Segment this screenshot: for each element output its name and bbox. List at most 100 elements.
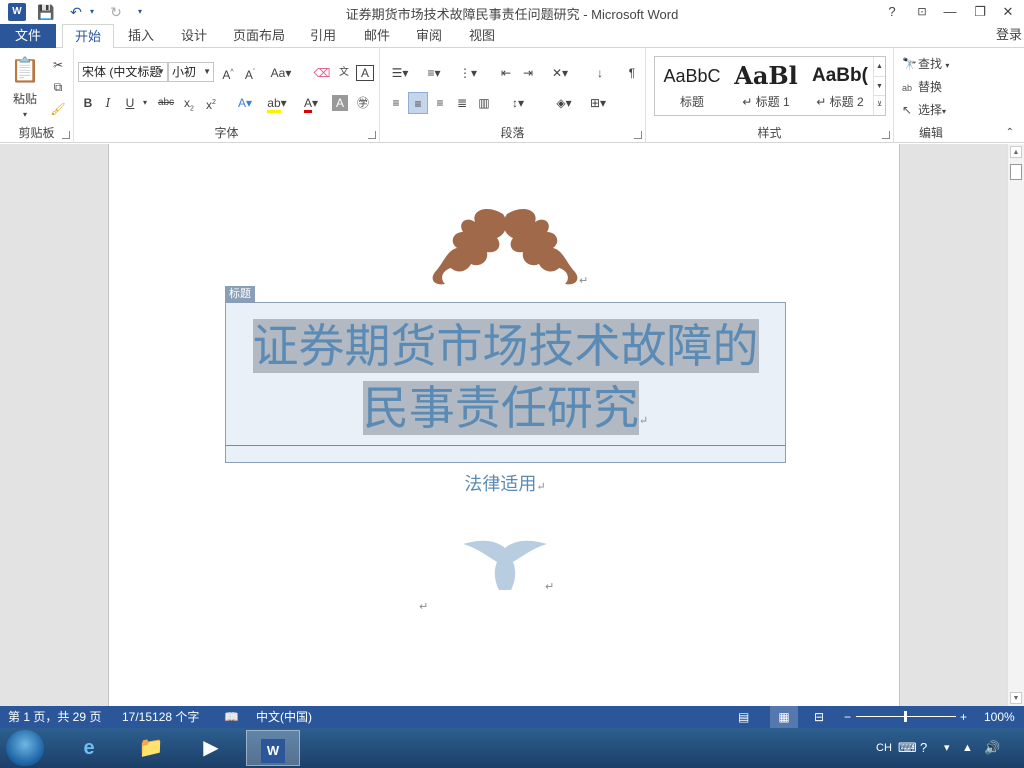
read-mode-icon[interactable]: ▤ [738,706,749,728]
decrease-indent-icon[interactable]: ⇤ [496,62,516,84]
tab-view[interactable]: 视图 [461,24,503,48]
show-formatting-marks-icon[interactable]: ¶ [622,62,642,84]
select-button[interactable]: ↖ 选择▾ [902,100,946,120]
scroll-thumb[interactable] [1010,164,1022,180]
keyboard-icon[interactable]: ⌨ [898,728,917,768]
grow-font-icon[interactable]: A^ [218,62,238,84]
language-indicator[interactable]: 中文(中国) [256,706,312,728]
title-content-control[interactable]: 证券期货市场技术故障的 民事责任研究↵ [225,302,786,463]
title-content-control-tag[interactable]: 标题 [225,286,255,302]
asian-layout-icon[interactable]: ✕▾ [546,62,574,84]
cut-icon[interactable]: ✂ [48,54,68,76]
help-icon[interactable]: ? [920,728,927,768]
paragraph-launcher-icon[interactable] [634,131,642,139]
media-player-icon[interactable]: ▶ [184,730,238,766]
font-color-icon[interactable]: A▾ [298,92,324,114]
ribbon-display-options-icon[interactable]: ⊡ [908,0,936,24]
more-styles-icon[interactable]: ⊻ [874,95,885,113]
style-title[interactable]: AaBbC 标题 [655,59,729,113]
scroll-up-icon[interactable]: ▲ [1010,146,1022,158]
restore-button[interactable]: ❐ [966,0,994,24]
styles-launcher-icon[interactable] [882,131,890,139]
clipboard-icon[interactable]: 📋 [8,54,42,88]
find-button[interactable]: 🔭查找 ▾ [902,54,949,74]
tab-mailings[interactable]: 邮件 [356,24,398,48]
replace-button[interactable]: ab 替换 [902,77,942,97]
document-subtitle[interactable]: 法律适用↵ [109,470,901,496]
help-button[interactable]: ? [878,0,906,24]
italic-icon[interactable]: I [100,92,116,114]
enclose-characters-icon[interactable]: ㊫ [354,92,372,114]
tab-home[interactable]: 开始 [62,24,114,49]
page-count[interactable]: 第 1 页，共 29 页 [8,706,101,728]
format-painter-icon[interactable]: 🖌 [48,98,68,120]
numbering-icon[interactable]: ≡▾ [420,62,448,84]
scroll-down-icon[interactable]: ▼ [1010,692,1022,704]
tab-references[interactable]: 引用 [302,24,344,48]
document-page[interactable]: ↵ 标题 证券期货市场技术故障的 民事责任研究↵ 法律适用↵ ↵ ↵ [108,144,900,706]
zoom-level[interactable]: 100% [984,706,1015,728]
superscript-icon[interactable]: x2 [202,92,220,114]
clear-formatting-icon[interactable]: ⌫ [312,62,332,84]
align-right-icon[interactable]: ≡ [430,92,450,114]
sign-in-link[interactable]: 登录 [996,24,1022,46]
ime-indicator[interactable]: CH [876,728,892,768]
subscript-icon[interactable]: x2 [180,92,198,114]
borders-icon[interactable]: ⊞▾ [584,92,612,114]
start-button[interactable] [6,730,44,766]
tab-file[interactable]: 文件 [0,24,56,48]
zoom-out-icon[interactable]: − [844,706,851,728]
proofing-icon[interactable]: 📖 [224,706,239,728]
zoom-slider-thumb[interactable] [904,711,907,722]
underline-dropdown-icon[interactable]: ▾ [140,92,150,114]
tab-page-layout[interactable]: 页面布局 [228,24,290,48]
collapse-ribbon-icon[interactable]: ⌃ [1006,127,1014,138]
tab-review[interactable]: 审阅 [408,24,450,48]
print-layout-icon[interactable]: ▦ [770,706,798,728]
paste-dropdown-icon[interactable]: ▾ [18,104,32,126]
font-size-select[interactable]: 小初 ▼ [168,62,214,82]
align-center-icon[interactable]: ≡ [408,92,428,114]
change-case-icon[interactable]: Aa▾ [268,62,294,84]
style-heading-2[interactable]: AaBb( ↵ 标题 2 [803,59,877,113]
document-title[interactable]: 证券期货市场技术故障的 民事责任研究↵ [226,315,785,452]
shading-icon[interactable]: ◈▾ [550,92,578,114]
font-launcher-icon[interactable] [368,131,376,139]
shrink-font-icon[interactable]: Aˇ [240,62,260,84]
zoom-in-icon[interactable]: + [960,706,967,728]
style-heading-1[interactable]: AaBl ↵ 标题 1 [729,59,803,113]
show-hidden-icons-icon[interactable]: ▲ [962,728,973,768]
phonetic-guide-icon[interactable]: 文 [334,62,354,84]
justify-icon[interactable]: ≣ [452,92,472,114]
vertical-scrollbar[interactable]: ▲ ▼ [1007,144,1024,706]
internet-explorer-icon[interactable]: e [62,730,116,766]
tab-insert[interactable]: 插入 [120,24,162,48]
tab-design[interactable]: 设计 [172,24,216,48]
scroll-up-icon[interactable]: ▲ [874,57,885,76]
character-shading-icon[interactable]: A [332,95,348,111]
increase-indent-icon[interactable]: ⇥ [518,62,538,84]
underline-icon[interactable]: U [120,92,140,114]
minimize-button[interactable]: — [936,0,964,24]
strikethrough-icon[interactable]: abc [154,92,178,114]
scroll-down-icon[interactable]: ▼ [874,76,885,95]
ime-options-icon[interactable]: ▾ [944,728,950,768]
web-layout-icon[interactable]: ⊟ [814,706,824,728]
file-explorer-icon[interactable]: 📁 [124,730,178,766]
clipboard-launcher-icon[interactable] [62,131,70,139]
sort-icon[interactable]: ↓ [590,62,610,84]
word-count[interactable]: 17/15128 个字 [122,706,199,728]
volume-icon[interactable]: 🔊 [984,728,1000,768]
character-border-icon[interactable]: A [356,65,374,81]
bold-icon[interactable]: B [80,92,96,114]
multilevel-list-icon[interactable]: ⋮▾ [454,62,482,84]
text-effects-icon[interactable]: A▾ [232,92,258,114]
bullets-icon[interactable]: ☰▾ [386,62,414,84]
word-taskbar-icon[interactable]: W [246,730,300,766]
text-highlight-icon[interactable]: ab▾ [264,92,290,114]
copy-icon[interactable]: ⧉ [48,76,68,98]
font-name-select[interactable]: 宋体 (中文标题 ▼ [78,62,168,82]
align-left-icon[interactable]: ≡ [386,92,406,114]
distributed-icon[interactable]: ▥ [474,92,494,114]
close-button[interactable]: ✕ [994,0,1022,24]
